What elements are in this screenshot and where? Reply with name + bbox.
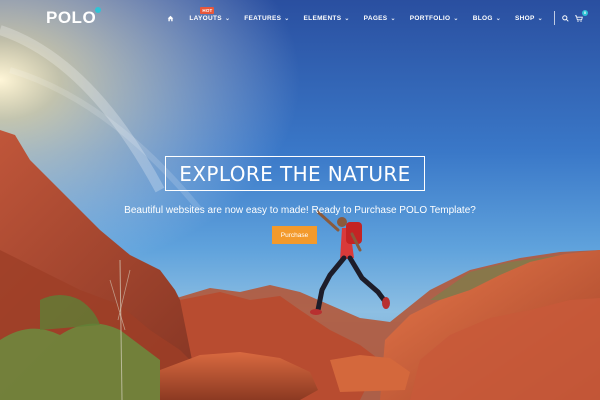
nav-label: PAGES bbox=[363, 14, 388, 22]
hero-subtitle: Beautiful websites are now easy to made!… bbox=[124, 205, 476, 216]
hero-title-box: EXPLORE THE NATURE bbox=[165, 156, 425, 191]
nav-item-blog[interactable]: BLOG ⌄ bbox=[466, 15, 508, 22]
nav-home[interactable] bbox=[163, 15, 182, 22]
hot-badge: HOT bbox=[200, 6, 215, 14]
cart-count-badge: 0 bbox=[582, 9, 588, 16]
chevron-down-icon: ⌄ bbox=[344, 15, 350, 22]
nav-label: ELEMENTS bbox=[303, 14, 342, 22]
chevron-down-icon: ⌄ bbox=[390, 15, 396, 22]
chevron-down-icon: ⌄ bbox=[495, 15, 502, 22]
search-icon bbox=[562, 14, 569, 22]
hero-slider: POLO HOT LAYOUTS ⌄ FEATURES ⌄ ELEMENTS ⌄ bbox=[0, 0, 600, 400]
logo-text: POLO bbox=[46, 8, 97, 27]
hero-background-image bbox=[0, 0, 600, 400]
home-icon bbox=[168, 15, 174, 21]
cart-icon bbox=[575, 14, 583, 22]
nav-item-elements[interactable]: ELEMENTS ⌄ bbox=[297, 15, 357, 22]
nav-label: SHOP bbox=[515, 14, 535, 22]
nav-divider bbox=[554, 11, 555, 25]
chevron-down-icon: ⌄ bbox=[453, 15, 459, 22]
nav-label: BLOG bbox=[472, 14, 493, 22]
nav-item-layouts[interactable]: HOT LAYOUTS ⌄ bbox=[182, 6, 237, 22]
chevron-down-icon: ⌄ bbox=[224, 15, 231, 22]
nav-item-pages[interactable]: PAGES ⌄ bbox=[357, 15, 403, 22]
chevron-down-icon: ⌄ bbox=[284, 15, 290, 22]
nav-item-features[interactable]: FEATURES ⌄ bbox=[237, 15, 296, 22]
nav-label: PORTFOLIO bbox=[409, 14, 451, 22]
search-button[interactable] bbox=[559, 14, 572, 22]
nav-item-portfolio[interactable]: PORTFOLIO ⌄ bbox=[403, 15, 466, 22]
cart-button[interactable]: 0 bbox=[572, 9, 588, 22]
main-nav: HOT LAYOUTS ⌄ FEATURES ⌄ ELEMENTS ⌄ PAGE… bbox=[163, 0, 588, 36]
logo-dot bbox=[95, 7, 102, 13]
hero-title: EXPLORE THE NATURE bbox=[179, 161, 411, 186]
nav-label: FEATURES bbox=[244, 14, 282, 22]
nav-label: LAYOUTS bbox=[189, 14, 222, 22]
nav-item-shop[interactable]: SHOP ⌄ bbox=[508, 15, 550, 22]
site-header: POLO HOT LAYOUTS ⌄ FEATURES ⌄ ELEMENTS ⌄ bbox=[0, 0, 600, 36]
chevron-down-icon: ⌄ bbox=[537, 15, 543, 22]
purchase-button[interactable]: Purchase bbox=[272, 226, 317, 244]
logo[interactable]: POLO bbox=[46, 7, 102, 28]
